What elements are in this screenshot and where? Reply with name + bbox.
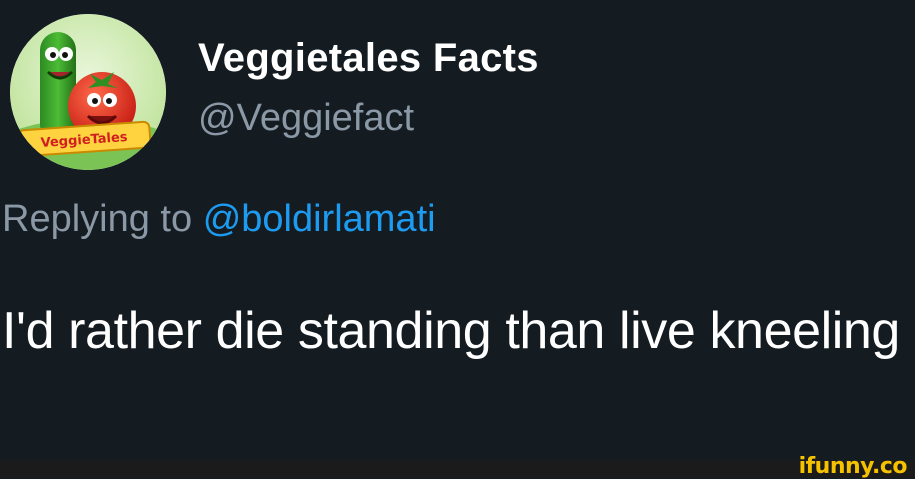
avatar[interactable]: VeggieTales (10, 14, 166, 170)
reply-mention-link[interactable]: @boldirlamati (203, 198, 436, 240)
reply-context: Replying to @boldirlamati (2, 198, 436, 241)
tweet-text: I'd rather die standing than live kneeli… (2, 302, 900, 360)
ifunny-watermark: ifunny.co (798, 454, 908, 479)
reply-prefix: Replying to (2, 198, 193, 240)
tweet-card: VeggieTales Veggietales Facts @Veggiefac… (0, 0, 915, 460)
watermark-bar (0, 460, 915, 478)
display-name[interactable]: Veggietales Facts (198, 36, 539, 81)
veggietales-avatar-image: VeggieTales (10, 14, 166, 170)
account-handle[interactable]: @Veggiefact (198, 97, 414, 140)
